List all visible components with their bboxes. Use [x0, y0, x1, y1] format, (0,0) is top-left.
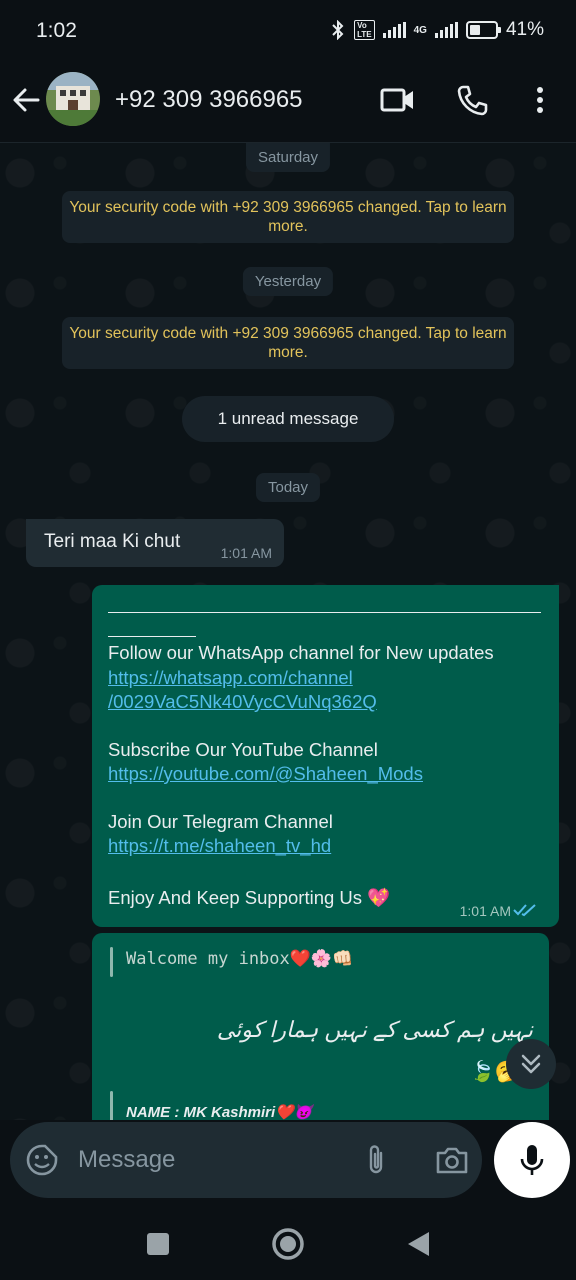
message-composer: Message — [10, 1122, 482, 1198]
battery-level: 41% — [505, 19, 544, 40]
contact-name[interactable]: +92 309 3966965 — [115, 86, 303, 114]
date-chip-yesterday: Yesterday — [242, 267, 334, 296]
attach-button[interactable] — [356, 1140, 396, 1180]
message-text: Teri maa Ki chut — [44, 531, 181, 552]
message-time: 1:01 AM — [220, 545, 272, 561]
camera-button[interactable] — [432, 1140, 472, 1180]
message-text: نہیں ہم کسی کے نہیں ہمارا کوئی — [216, 1017, 533, 1042]
scroll-to-bottom-button[interactable] — [506, 1039, 556, 1089]
home-button[interactable] — [268, 1224, 308, 1264]
voice-record-button[interactable] — [494, 1122, 570, 1198]
message-input[interactable]: Message — [78, 1146, 175, 1174]
whatsapp-channel-link[interactable]: /0029VaC5Nk40VycCVuNq362Q — [108, 690, 377, 714]
date-chip-today: Today — [255, 473, 321, 502]
message-text: Subscribe Our YouTube Channel — [108, 739, 378, 760]
sticker-icon — [26, 1144, 58, 1176]
voice-call-button[interactable] — [452, 80, 492, 120]
message-text: NAME : MK Kashmiri❤️😈 — [126, 1104, 313, 1120]
battery-icon — [465, 21, 501, 39]
house-photo — [46, 72, 100, 126]
quote-bar — [110, 947, 113, 977]
whatsapp-channel-link[interactable]: https://whatsapp.com/channel — [108, 666, 353, 690]
circle-icon — [272, 1228, 304, 1260]
telegram-link[interactable]: https://t.me/shaheen_tv_hd — [108, 834, 331, 858]
double-chevron-down-icon — [521, 1054, 541, 1074]
message-time: 1:01 AM — [459, 903, 511, 919]
sticker-button[interactable] — [22, 1140, 62, 1180]
back-nav-button[interactable] — [398, 1224, 438, 1264]
more-vert-icon — [537, 87, 543, 113]
phone-icon — [457, 85, 488, 116]
status-bar: 1:02 Vo LTE 4G 41% — [0, 0, 576, 62]
chat-header: +92 309 3966965 — [0, 62, 576, 143]
message-text: Follow our WhatsApp channel for New upda… — [108, 642, 494, 663]
date-chip-saturday: Saturday — [245, 143, 331, 172]
status-icons: Vo LTE 4G 41% — [330, 19, 544, 41]
system-nav-bar — [0, 1206, 576, 1280]
message-text: Walcome my inbox❤️🌸👊🏻 — [126, 949, 354, 969]
network-type: 4G — [413, 24, 427, 36]
signal-icon — [382, 22, 406, 38]
back-button[interactable] — [10, 80, 46, 120]
bluetooth-icon — [332, 20, 344, 40]
video-call-icon — [380, 88, 413, 112]
incoming-message[interactable]: Teri maa Ki chut 1:01 AM — [26, 519, 284, 567]
security-notice[interactable]: Your security code with +92 309 3966965 … — [62, 317, 514, 369]
avatar[interactable] — [46, 72, 100, 126]
message-text: Join Our Telegram Channel — [108, 811, 333, 832]
more-options-button[interactable] — [520, 80, 560, 120]
signal-icon-2 — [434, 22, 458, 38]
camera-icon — [436, 1147, 468, 1174]
status-time: 1:02 — [36, 19, 77, 42]
unread-banner: 1 unread message — [182, 396, 394, 442]
video-call-button[interactable] — [378, 80, 418, 120]
outgoing-message[interactable]: Walcome my inbox❤️🌸👊🏻 نہیں ہم کسی کے نہی… — [92, 933, 549, 1120]
triangle-back-icon — [408, 1232, 429, 1256]
recents-button[interactable] — [138, 1224, 178, 1264]
paperclip-icon — [369, 1145, 383, 1174]
square-icon — [147, 1233, 169, 1255]
youtube-link[interactable]: https://youtube.com/@Shaheen_Mods — [108, 762, 423, 786]
microphone-icon — [520, 1145, 544, 1175]
security-notice[interactable]: Your security code with +92 309 3966965 … — [62, 191, 514, 243]
chat-area[interactable]: Saturday Your security code with +92 309… — [0, 143, 576, 1120]
quote-bar — [110, 1091, 113, 1120]
read-ticks-icon — [513, 904, 536, 917]
divider-line — [108, 612, 541, 613]
back-arrow-icon — [13, 88, 40, 112]
outgoing-message[interactable]: Follow our WhatsApp channel for New upda… — [92, 585, 559, 927]
divider-line — [108, 636, 196, 637]
volte-icon: Vo LTE — [354, 20, 375, 40]
